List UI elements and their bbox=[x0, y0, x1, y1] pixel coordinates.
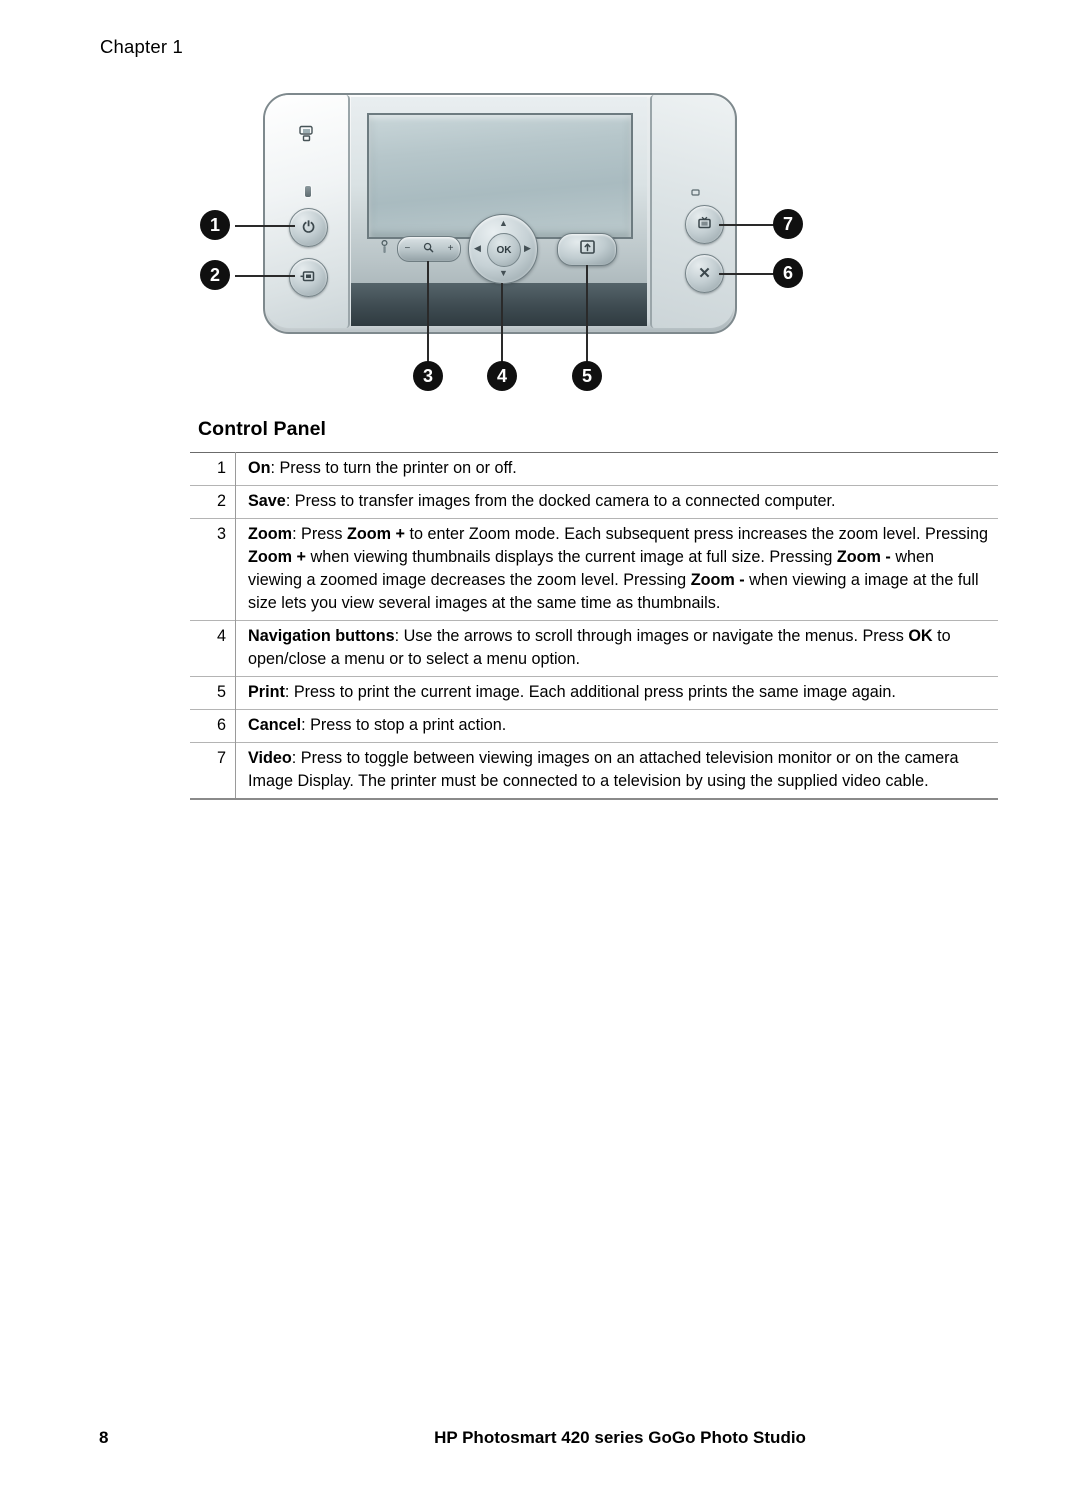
row-description: Zoom: Press Zoom + to enter Zoom mode. E… bbox=[235, 518, 998, 621]
row-term: Zoom + bbox=[346, 525, 405, 543]
table-row: 4 Navigation buttons: Use the arrows to s… bbox=[190, 620, 998, 677]
row-number: 4 bbox=[190, 620, 236, 677]
row-text: : Press to toggle between viewing images… bbox=[248, 749, 959, 790]
callout-badge-2: 2 bbox=[200, 260, 230, 290]
control-panel-table: 1 On: Press to turn the printer on or off… bbox=[190, 452, 998, 800]
zoom-rocker-button[interactable]: − + bbox=[397, 236, 461, 262]
row-term: Zoom + bbox=[248, 548, 307, 566]
callout-badge-5: 5 bbox=[572, 361, 602, 391]
callout-badge-3: 3 bbox=[413, 361, 443, 391]
zoom-led-indicator bbox=[381, 239, 388, 255]
row-description: Cancel: Press to stop a print action. bbox=[235, 709, 998, 743]
callout-badge-7: 7 bbox=[773, 209, 803, 239]
control-panel-table-body: 1 On: Press to turn the printer on or off… bbox=[190, 452, 998, 800]
row-description: On: Press to turn the printer on or off. bbox=[235, 452, 998, 486]
row-description: Print: Press to print the current image.… bbox=[235, 676, 998, 710]
nav-up-icon[interactable]: ▲ bbox=[499, 219, 508, 228]
leader-line-6 bbox=[719, 273, 781, 275]
magnifier-icon bbox=[423, 242, 434, 256]
row-number: 2 bbox=[190, 485, 236, 519]
row-number: 6 bbox=[190, 709, 236, 743]
power-icon: ⏻ bbox=[302, 219, 315, 236]
row-description: Save: Press to transfer images from the … bbox=[235, 485, 998, 519]
row-term: OK bbox=[908, 627, 933, 645]
ok-button[interactable]: OK bbox=[487, 233, 521, 267]
row-number: 1 bbox=[190, 452, 236, 486]
row-number: 5 bbox=[190, 676, 236, 710]
save-button[interactable] bbox=[289, 258, 328, 297]
television-icon bbox=[696, 216, 713, 234]
leader-line-5 bbox=[586, 265, 588, 366]
table-row: 5 Print: Press to print the current image… bbox=[190, 676, 998, 710]
leader-line-7 bbox=[719, 224, 781, 226]
row-description: Video: Press to toggle between viewing i… bbox=[235, 742, 998, 800]
print-button[interactable] bbox=[557, 233, 617, 266]
row-text: when viewing thumbnails displays the cur… bbox=[306, 548, 837, 566]
row-term: Video bbox=[248, 749, 292, 767]
row-number: 3 bbox=[190, 518, 236, 621]
nav-left-icon[interactable]: ◀ bbox=[474, 244, 481, 253]
callout-badge-6: 6 bbox=[773, 258, 803, 288]
leader-line-1 bbox=[235, 225, 295, 227]
page-title: Control Panel bbox=[198, 418, 327, 440]
row-text: : Press to stop a print action. bbox=[301, 716, 507, 734]
table-row: 7 Video: Press to toggle between viewing … bbox=[190, 742, 998, 800]
close-icon: ✕ bbox=[698, 265, 711, 282]
table-row: 2 Save: Press to transfer images from the… bbox=[190, 485, 998, 519]
nav-down-icon[interactable]: ▼ bbox=[499, 269, 508, 278]
leader-line-2 bbox=[235, 275, 295, 277]
leader-line-3 bbox=[427, 261, 429, 366]
row-term: Print bbox=[248, 683, 285, 701]
row-term: Zoom - bbox=[836, 548, 891, 566]
table-row: 6 Cancel: Press to stop a print action. bbox=[190, 709, 998, 743]
save-icon bbox=[300, 269, 317, 287]
row-text: : Press to print the current image. Each… bbox=[284, 683, 896, 701]
dock-printer-icon bbox=[298, 125, 315, 143]
footer-product-title: HP Photosmart 420 series GoGo Photo Stud… bbox=[434, 1428, 806, 1447]
leader-line-4 bbox=[501, 283, 503, 366]
print-icon bbox=[578, 239, 597, 261]
video-led-indicator bbox=[691, 184, 700, 196]
printer-shelf bbox=[351, 283, 647, 326]
table-row: 3 Zoom: Press Zoom + to enter Zoom mode. … bbox=[190, 518, 998, 621]
callout-badge-4: 4 bbox=[487, 361, 517, 391]
row-number: 7 bbox=[190, 742, 236, 800]
row-term: Cancel bbox=[248, 716, 302, 734]
nav-right-icon[interactable]: ▶ bbox=[524, 244, 531, 253]
row-term: On bbox=[248, 459, 271, 477]
zoom-plus-label: + bbox=[447, 243, 454, 254]
chapter-running-head: Chapter 1 bbox=[100, 36, 184, 57]
row-term: Navigation buttons bbox=[248, 627, 395, 645]
row-text: : Press to transfer images from the dock… bbox=[285, 492, 836, 510]
table-row: 1 On: Press to turn the printer on or off… bbox=[190, 452, 998, 486]
row-text: : Use the arrows to scroll through image… bbox=[394, 627, 909, 645]
row-text: : Press to turn the printer on or off. bbox=[270, 459, 517, 477]
zoom-minus-label: − bbox=[404, 243, 411, 254]
row-description: Navigation buttons: Use the arrows to sc… bbox=[235, 620, 998, 677]
row-term: Save bbox=[248, 492, 286, 510]
row-text: to enter Zoom mode. Each subsequent pres… bbox=[404, 525, 989, 543]
callout-badge-1: 1 bbox=[200, 210, 230, 240]
row-text: : Press bbox=[292, 525, 347, 543]
row-term: Zoom bbox=[248, 525, 293, 543]
navigation-pad[interactable]: ▲ ▼ ◀ ▶ OK bbox=[468, 214, 538, 284]
row-term: Zoom - bbox=[690, 571, 745, 589]
status-led-indicator bbox=[305, 186, 311, 197]
printer-inner-face bbox=[351, 97, 647, 326]
power-button[interactable]: ⏻ bbox=[289, 208, 328, 247]
control-panel-figure: ⏻ − + ▲ ▼ ◀ ▶ OK ✕ 1 2 3 4 5 6 7 bbox=[185, 85, 825, 395]
